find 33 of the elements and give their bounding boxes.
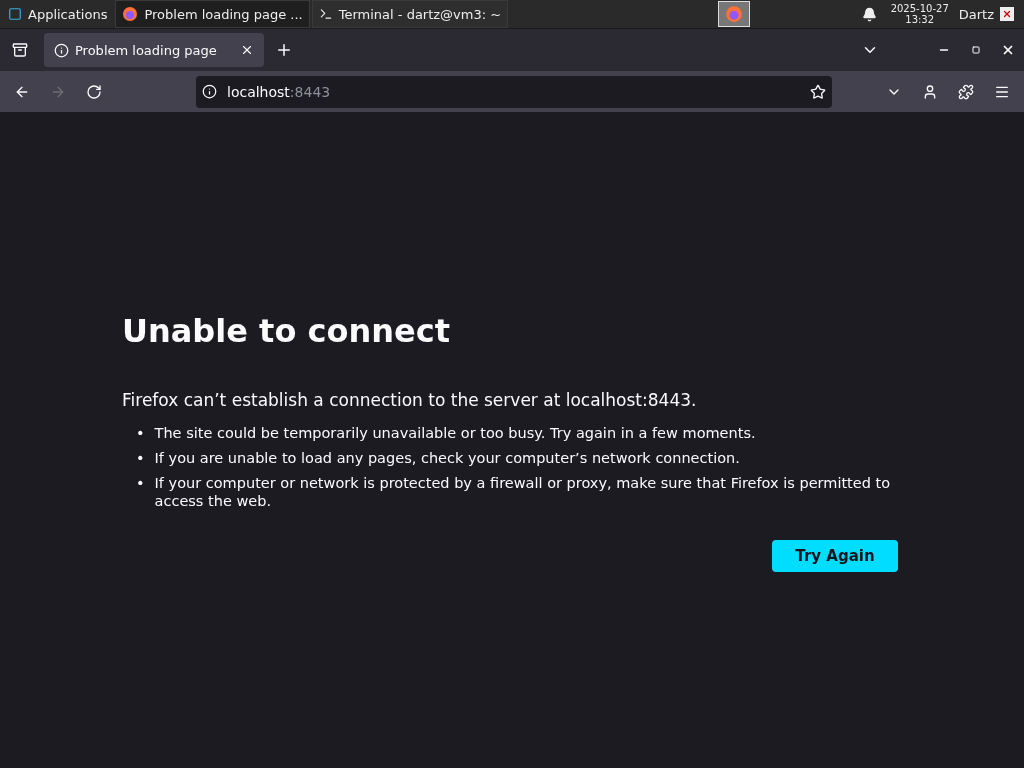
url-field[interactable]: localhost:8443 xyxy=(196,75,832,108)
tip-text: The site could be temporarily unavailable or too busy. Try again in a few moments. xyxy=(154,424,757,442)
close-icon[interactable] xyxy=(1000,7,1014,21)
clock: 2025-10-27 13:32 xyxy=(890,3,949,25)
plus-icon xyxy=(275,41,293,59)
app-menu-icon xyxy=(8,7,22,21)
bullet: • xyxy=(136,474,145,493)
user-name[interactable]: Dartz xyxy=(958,6,994,22)
applications-menu[interactable]: Applications xyxy=(2,1,114,27)
bullet: • xyxy=(136,424,145,442)
terminal-icon xyxy=(318,7,333,21)
error-title: Unable to connect xyxy=(122,312,451,350)
browser-tray-button[interactable] xyxy=(717,1,750,27)
info-icon xyxy=(54,42,69,58)
try-again-button[interactable]: Try Again xyxy=(772,540,898,572)
close-icon[interactable] xyxy=(240,43,254,57)
bullet: • xyxy=(136,449,145,467)
notification-bell-icon[interactable] xyxy=(861,6,877,22)
browser-tab[interactable]: Problem loading page xyxy=(44,33,264,67)
taskbar-window-button[interactable]: Terminal - dartz@vm3: ~ xyxy=(311,0,509,28)
browser-logo-icon xyxy=(122,6,139,22)
bookmark-star-icon[interactable] xyxy=(810,83,826,100)
error-message: Firefox can’t establish a connection to the server at localhost:8443. xyxy=(122,390,698,410)
tip-text: If your computer or network is protected by a firewall or proxy, make sure that Firefox is permitted to access the web. xyxy=(154,474,892,510)
close-icon xyxy=(1001,43,1015,57)
reload-icon xyxy=(86,83,102,100)
maximize-icon xyxy=(972,46,980,54)
account-icon xyxy=(922,83,938,100)
browser-logo-icon xyxy=(724,5,743,23)
puzzle-icon xyxy=(958,83,974,100)
taskbar-window-button[interactable]: Problem loading page ... xyxy=(115,0,310,28)
tip-text: If you are unable to load any pages, check your computer’s network connection. xyxy=(154,449,741,467)
info-icon[interactable] xyxy=(202,84,217,99)
